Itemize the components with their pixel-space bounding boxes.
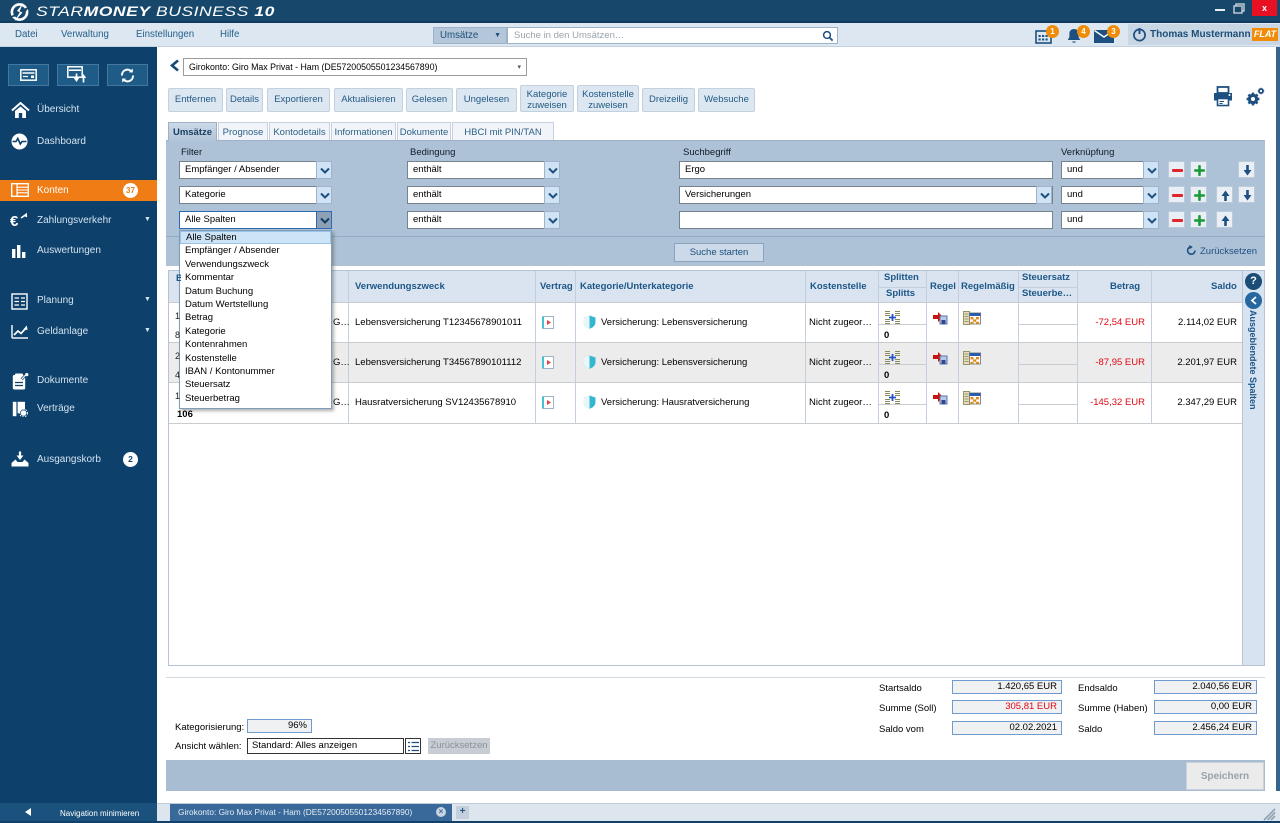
svg-text:€: € <box>10 213 19 229</box>
